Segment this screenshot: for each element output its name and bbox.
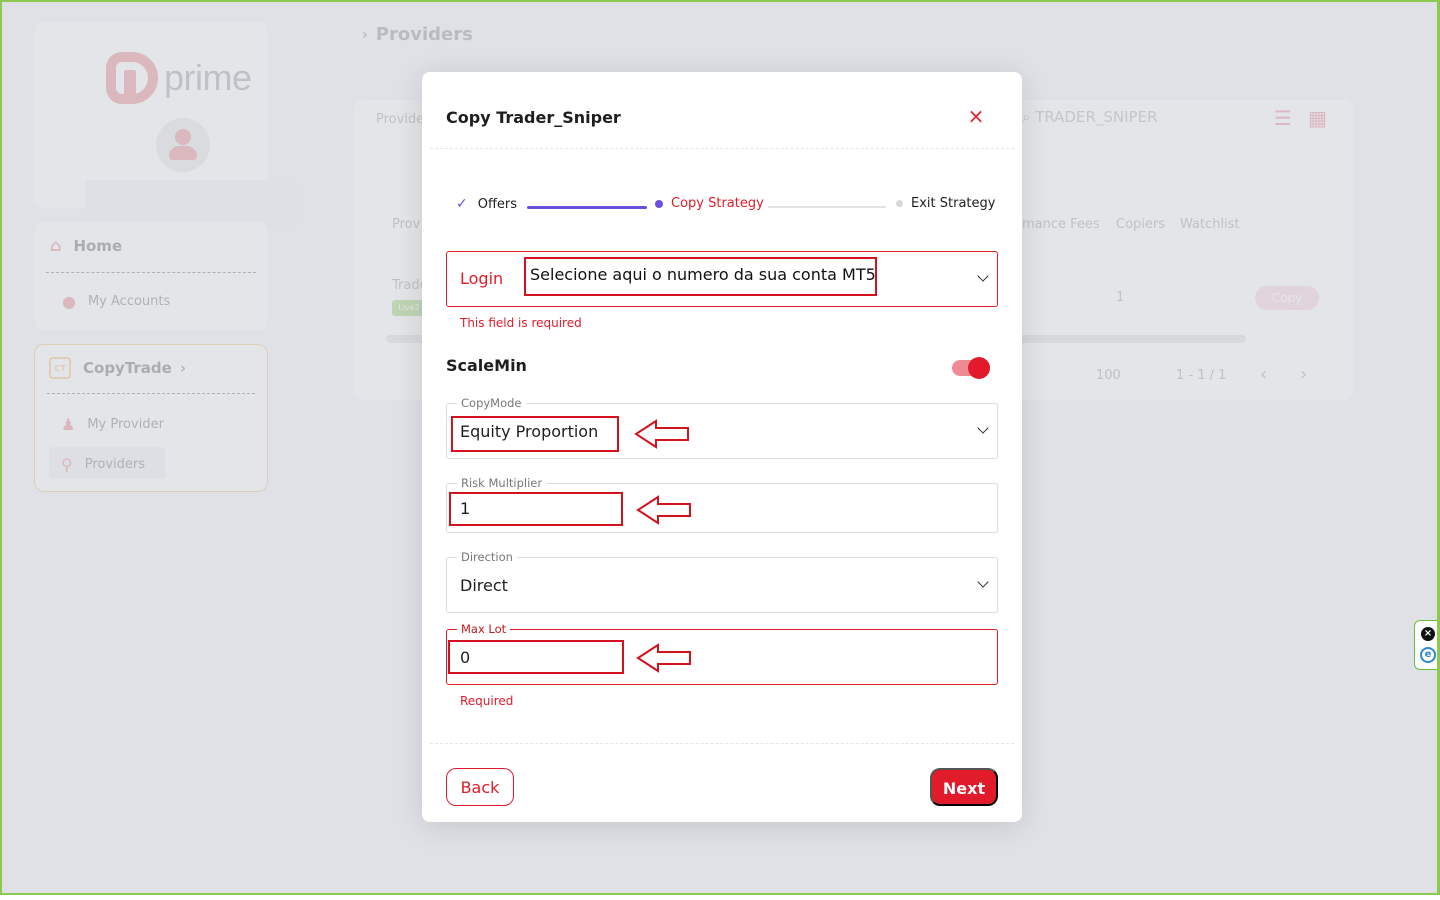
modal-divider xyxy=(430,148,1014,149)
step-label: Copy Strategy xyxy=(671,196,764,211)
extension-icon[interactable]: e xyxy=(1420,647,1436,663)
back-button[interactable]: Back xyxy=(446,768,514,806)
step-copy-strategy[interactable]: Copy Strategy xyxy=(655,196,764,211)
step-offers[interactable]: ✓ Offers xyxy=(456,196,517,212)
step-label: Offers xyxy=(477,196,518,212)
direction-label: Direction xyxy=(457,549,517,565)
modal-title: Copy Trader_Sniper xyxy=(446,108,621,127)
annotation-arrow-icon xyxy=(634,419,689,449)
step-label: Exit Strategy xyxy=(911,196,996,211)
copymode-select[interactable]: CopyMode Equity Proportion xyxy=(446,395,998,459)
close-widget-icon[interactable]: × xyxy=(1421,627,1435,641)
next-button[interactable]: Next xyxy=(930,768,998,806)
step-connector-pending xyxy=(768,206,886,208)
chevron-down-icon xyxy=(977,576,989,588)
screen-frame: prime ⌂ Home ● My Accounts CT CopyTrade xyxy=(0,0,1440,895)
step-connector-done xyxy=(527,206,647,209)
copymode-label: CopyMode xyxy=(457,395,526,411)
risk-multiplier-value: 1 xyxy=(460,499,471,518)
annotation-box xyxy=(449,492,623,526)
step-pending-dot-icon xyxy=(896,200,903,207)
chevron-down-icon xyxy=(977,270,989,282)
risk-multiplier-label: Risk Multiplier xyxy=(457,475,547,491)
toggle-knob xyxy=(968,357,990,379)
login-label: Login xyxy=(460,269,504,288)
copymode-value: Equity Proportion xyxy=(460,422,599,441)
modal-divider xyxy=(430,743,1014,744)
check-icon: ✓ xyxy=(456,196,468,212)
max-lot-error: Required xyxy=(460,694,514,708)
annotation-box: Selecione aqui o numero da sua conta MT5 xyxy=(524,257,877,296)
scalemin-toggle[interactable] xyxy=(952,357,990,379)
annotation-arrow-icon xyxy=(636,643,691,673)
max-lot-input[interactable]: Max Lot 0 xyxy=(446,621,998,685)
step-active-dot-icon xyxy=(655,199,663,208)
side-widget: × e xyxy=(1414,620,1437,670)
max-lot-value: 0 xyxy=(460,648,471,667)
login-annotation-text: Selecione aqui o numero da sua conta MT5 xyxy=(530,265,876,284)
stepper: ✓ Offers Copy Strategy Exit Strategy xyxy=(456,196,996,218)
annotation-box xyxy=(448,640,624,674)
scalemin-label: ScaleMin xyxy=(446,356,527,375)
login-error: This field is required xyxy=(460,316,582,330)
direction-value: Direct xyxy=(460,576,508,595)
chevron-down-icon xyxy=(977,422,989,434)
close-button[interactable]: × xyxy=(966,106,986,126)
annotation-arrow-icon xyxy=(636,495,691,525)
copy-trader-modal: Copy Trader_Sniper × ✓ Offers Copy Strat… xyxy=(422,72,1022,822)
login-select[interactable]: Login Selecione aqui o numero da sua con… xyxy=(446,251,998,307)
close-icon: × xyxy=(967,104,985,128)
risk-multiplier-input[interactable]: Risk Multiplier 1 xyxy=(446,475,998,533)
step-exit-strategy[interactable]: Exit Strategy xyxy=(896,196,995,211)
max-lot-label: Max Lot xyxy=(457,621,511,637)
direction-select[interactable]: Direction Direct xyxy=(446,549,998,613)
